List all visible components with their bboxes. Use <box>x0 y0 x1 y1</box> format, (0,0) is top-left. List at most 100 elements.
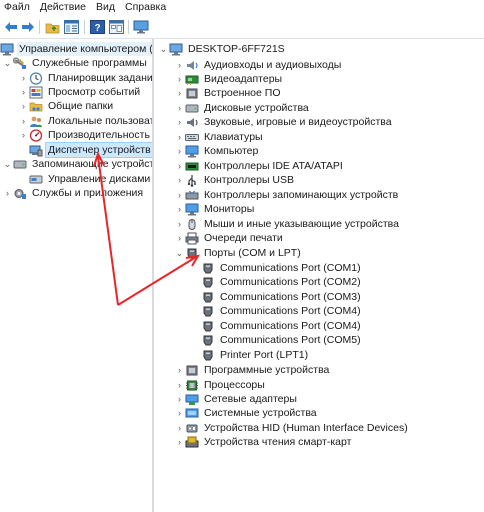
tree-item-performance[interactable]: › Производительность <box>18 128 152 142</box>
tree-item-device-manager[interactable]: Диспетчер устройств <box>18 142 152 158</box>
device-label: Устройства HID (Human Interface Devices) <box>204 422 408 434</box>
tree-item-disk-management[interactable]: Управление дисками <box>18 172 152 186</box>
monitor-scan-icon[interactable] <box>133 19 149 35</box>
chevron-right-icon[interactable]: › <box>18 71 29 85</box>
users-icon <box>29 114 43 128</box>
device-category-video-adapters[interactable]: › Видеоадаптеры <box>174 72 284 86</box>
chevron-right-icon[interactable]: › <box>174 72 185 86</box>
device-category-storage-controllers[interactable]: › Контроллеры запоминающих устройств <box>174 188 400 202</box>
chevron-right-icon[interactable]: › <box>174 130 185 144</box>
back-arrow-icon[interactable] <box>3 19 19 35</box>
chevron-right-icon[interactable]: › <box>18 128 29 142</box>
video-adapter-icon <box>185 72 199 86</box>
device-category-software-devices[interactable]: › Программные устройства <box>174 363 331 377</box>
device-root[interactable]: ⌄ DESKTOP-6FF721S <box>158 42 287 56</box>
chevron-right-icon[interactable]: › <box>174 173 185 187</box>
device-category-ide-controllers[interactable]: › Контроллеры IDE ATA/ATAPI <box>174 159 345 173</box>
tree-item-storage[interactable]: ⌄ Запоминающие устройст <box>2 157 152 171</box>
chevron-down-icon[interactable]: ⌄ <box>174 246 185 260</box>
tree-item-local-users[interactable]: › Локальные пользовате <box>18 114 152 128</box>
device-label: Клавиатуры <box>204 131 263 143</box>
forward-arrow-icon[interactable] <box>20 19 36 35</box>
event-viewer-icon <box>29 85 43 99</box>
tree-item-services[interactable]: › Службы и приложения <box>2 186 145 200</box>
chevron-right-icon[interactable]: › <box>174 421 185 435</box>
chevron-right-icon[interactable]: › <box>18 99 29 113</box>
chevron-right-icon[interactable]: › <box>174 363 185 377</box>
chevron-right-icon[interactable]: › <box>174 144 185 158</box>
device-category-network-adapters[interactable]: › Сетевые адаптеры <box>174 392 299 406</box>
chevron-right-icon[interactable]: › <box>174 202 185 216</box>
menu-file[interactable]: Файл <box>0 0 35 15</box>
device-category-processors[interactable]: › Процессоры <box>174 378 267 392</box>
chevron-right-icon[interactable]: › <box>174 159 185 173</box>
chevron-right-icon[interactable]: › <box>18 114 29 128</box>
device-category-computer[interactable]: › Компьютер <box>174 144 260 158</box>
tree-item-shared-folders[interactable]: › Общие папки <box>18 99 115 113</box>
device-label: Программные устройства <box>204 364 330 376</box>
port-icon <box>201 333 215 347</box>
device-tree: ⌄ DESKTOP-6FF721S › Аудиовходы и аудиовы… <box>154 39 484 512</box>
chevron-right-icon[interactable]: › <box>174 378 185 392</box>
chevron-down-icon[interactable]: ⌄ <box>158 42 169 56</box>
menu-help[interactable]: Справка <box>120 0 171 15</box>
tree-item-event-viewer[interactable]: › Просмотр событий <box>18 85 142 99</box>
device-category-system-devices[interactable]: › Системные устройства <box>174 406 319 420</box>
hid-icon <box>185 421 199 435</box>
device-category-audio-io[interactable]: › Аудиовходы и аудиовыходы <box>174 58 343 72</box>
device-label: Контроллеры USB <box>204 174 294 186</box>
port-icon <box>201 261 215 275</box>
device-category-usb-controllers[interactable]: › Контроллеры USB <box>174 173 296 187</box>
chevron-right-icon[interactable]: › <box>174 435 185 449</box>
port-item-com1[interactable]: Communications Port (COM1) <box>190 261 363 275</box>
properties-icon[interactable] <box>108 19 124 35</box>
chevron-right-icon[interactable]: › <box>18 85 29 99</box>
device-category-disk-drives[interactable]: › Дисковые устройства <box>174 101 311 115</box>
device-label: Звуковые, игровые и видеоустройства <box>204 116 392 128</box>
tree-label: Общие папки <box>48 100 114 112</box>
device-category-hid[interactable]: › Устройства HID (Human Interface Device… <box>174 421 410 435</box>
device-category-ports[interactable]: ⌄ Порты (COM и LPT) <box>174 246 303 260</box>
port-item-com3[interactable]: Communications Port (COM3) <box>190 290 363 304</box>
tree-item-task-scheduler[interactable]: › Планировщик заданий <box>18 71 152 85</box>
usb-icon <box>185 173 199 187</box>
device-category-smart-card-readers[interactable]: › Устройства чтения смарт-карт <box>174 435 353 449</box>
chevron-right-icon[interactable]: › <box>174 86 185 100</box>
chevron-right-icon[interactable]: › <box>174 392 185 406</box>
chevron-down-icon[interactable]: ⌄ <box>2 56 13 70</box>
device-label: Communications Port (COM1) <box>220 262 361 274</box>
tree-label: Локальные пользовате <box>48 115 152 127</box>
port-icon <box>201 319 215 333</box>
computer-icon <box>185 144 199 158</box>
chevron-down-icon[interactable]: ⌄ <box>2 157 13 171</box>
device-category-print-queues[interactable]: › Очереди печати <box>174 231 285 245</box>
toolbox-icon <box>13 56 27 70</box>
device-category-mice[interactable]: › Мыши и иные указывающие устройства <box>174 217 401 231</box>
chevron-right-icon[interactable]: › <box>174 406 185 420</box>
device-category-firmware[interactable]: › Встроенное ПО <box>174 86 283 100</box>
port-item-lpt1[interactable]: Printer Port (LPT1) <box>190 348 310 362</box>
tree-item-system-tools[interactable]: ⌄ Служебные программы <box>2 56 149 70</box>
port-item-com4-second[interactable]: Communications Port (COM4) <box>190 319 363 333</box>
chevron-right-icon[interactable]: › <box>2 186 13 200</box>
device-category-sound-video-game[interactable]: › Звуковые, игровые и видеоустройства <box>174 115 394 129</box>
device-category-monitors[interactable]: › Мониторы <box>174 202 256 216</box>
menu-view[interactable]: Вид <box>91 0 120 15</box>
port-item-com5[interactable]: Communications Port (COM5) <box>190 333 363 347</box>
chevron-right-icon[interactable]: › <box>174 231 185 245</box>
tree-item-computer-management[interactable]: Управление компьютером (л <box>0 42 152 56</box>
chevron-right-icon[interactable]: › <box>174 58 185 72</box>
port-item-com2[interactable]: Communications Port (COM2) <box>190 275 363 289</box>
chevron-right-icon[interactable]: › <box>174 101 185 115</box>
printer-icon <box>185 231 199 245</box>
chevron-right-icon[interactable]: › <box>174 217 185 231</box>
show-hide-tree-icon[interactable] <box>63 19 79 35</box>
chevron-right-icon[interactable]: › <box>174 188 185 202</box>
services-icon <box>13 186 27 200</box>
menu-action[interactable]: Действие <box>35 0 91 15</box>
device-category-keyboards[interactable]: › Клавиатуры <box>174 130 265 144</box>
chevron-right-icon[interactable]: › <box>174 115 185 129</box>
port-item-com4[interactable]: Communications Port (COM4) <box>190 304 363 318</box>
up-folder-icon[interactable] <box>44 19 60 35</box>
help-icon[interactable]: ? <box>89 19 105 35</box>
